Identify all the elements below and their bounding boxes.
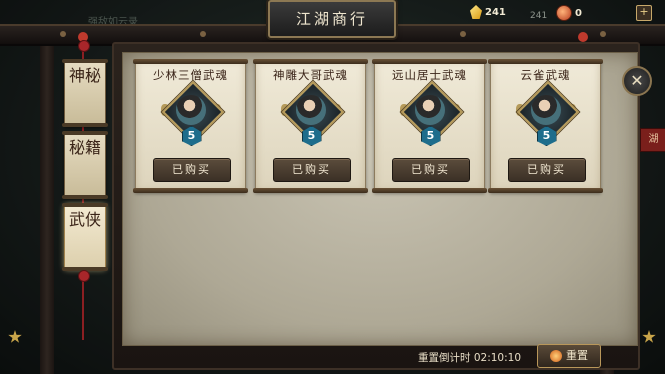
shop-item-card[interactable]: 少林三僧武魂 5 已购买	[133, 59, 248, 193]
lantern-icon	[578, 32, 588, 42]
tab-knot-icon	[78, 270, 90, 282]
reset-icon	[550, 350, 562, 362]
reset-label: 重置	[566, 349, 588, 362]
item-portrait[interactable]: 5	[515, 80, 579, 146]
character-count: 0	[575, 7, 582, 19]
gold-resource: 241	[470, 5, 506, 19]
tab-knot-icon	[78, 40, 90, 52]
purchased-button[interactable]: 已购买	[272, 158, 351, 182]
tab-secret-manual[interactable]: 秘籍	[62, 131, 108, 199]
item-name: 神雕大哥武魂	[273, 68, 348, 82]
shop-item-card[interactable]: 云雀武魂 5 已购买	[488, 59, 603, 193]
gold-ingot-icon	[470, 5, 482, 19]
purchased-button[interactable]: 已购买	[152, 158, 231, 182]
add-resource-button[interactable]: +	[636, 5, 652, 21]
item-portrait[interactable]: 5	[160, 80, 224, 146]
item-portrait[interactable]: 5	[280, 80, 344, 146]
gold-count: 241	[485, 6, 506, 18]
tab-martial-hero[interactable]: 武侠	[62, 203, 108, 271]
tab-label: 神秘	[68, 66, 101, 85]
warrior-portrait-icon	[414, 95, 445, 125]
gold-count-faint: 241	[530, 11, 548, 21]
reset-button[interactable]: 重置	[537, 344, 601, 368]
item-name: 少林三僧武魂	[153, 68, 228, 82]
shop-item-card[interactable]: 神雕大哥武魂 5 已购买	[253, 59, 368, 193]
item-portrait[interactable]: 5	[399, 80, 463, 146]
character-token-icon	[556, 5, 572, 21]
item-name: 远山居士武魂	[392, 68, 467, 82]
tab-label: 秘籍	[68, 138, 101, 157]
warrior-portrait-icon	[530, 95, 561, 125]
item-name: 云雀武魂	[520, 68, 571, 82]
warrior-portrait-icon	[175, 95, 206, 125]
timer-value: 02:10:10	[473, 352, 522, 364]
side-banner: 湖	[640, 128, 665, 152]
purchased-button[interactable]: 已购买	[391, 158, 470, 182]
close-button[interactable]: ✕	[622, 66, 652, 96]
shop-title-plaque: 江湖商行	[268, 0, 396, 38]
character-resource: 0	[556, 5, 582, 21]
shop-item-card[interactable]: 远山居士武魂 5 已购买	[372, 59, 487, 193]
purchased-button[interactable]: 已购买	[507, 158, 586, 182]
timer-label: 重置倒计时	[418, 352, 471, 364]
tab-mystery[interactable]: 神秘	[62, 59, 108, 127]
page-title: 江湖商行	[295, 10, 368, 28]
left-pillar	[40, 42, 54, 374]
reset-countdown: 重置倒计时 02:10:10	[418, 350, 521, 365]
warrior-portrait-icon	[295, 95, 326, 125]
tab-label: 武侠	[68, 210, 101, 229]
